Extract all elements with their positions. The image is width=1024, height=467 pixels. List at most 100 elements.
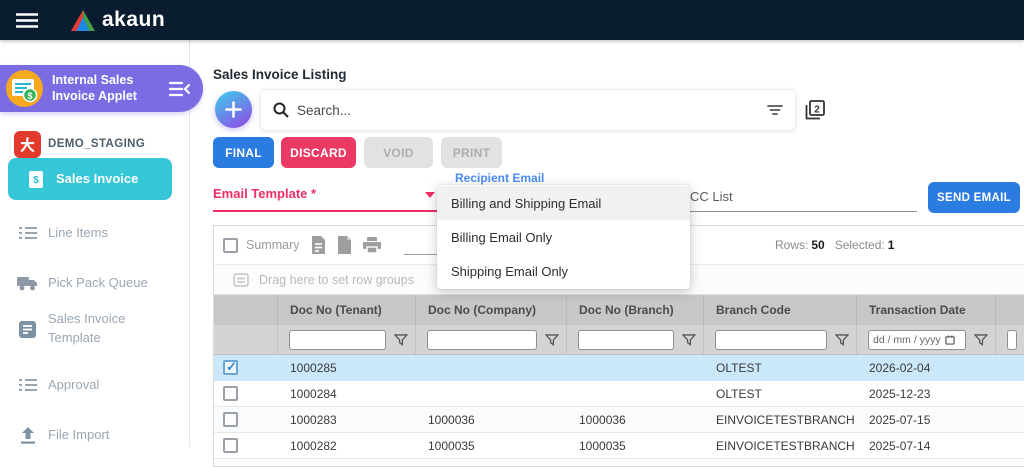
- table-row[interactable]: 1000285 OLTEST 2026-02-04: [214, 355, 1024, 381]
- sidebar-item-label: Sales Invoice Template: [48, 311, 126, 345]
- search-bar: [260, 89, 796, 131]
- sidebar-item-label: Approval: [48, 376, 100, 392]
- email-template-label: Email Template *: [213, 186, 317, 201]
- applet-title: Internal Sales Invoice Applet: [52, 72, 137, 103]
- brand-name: akaun: [102, 8, 166, 31]
- dropdown-option-shipping-only[interactable]: Shipping Email Only: [437, 254, 690, 288]
- truck-icon: [14, 276, 41, 291]
- invoice-applet-icon: $: [6, 70, 43, 107]
- rows-selected-info: Rows: 50 Selected: 1: [775, 238, 895, 252]
- sidebar-item-approval[interactable]: Approval: [0, 372, 190, 398]
- akaun-triangle-icon: [70, 9, 96, 32]
- filter-input-doc-no-company[interactable]: [427, 329, 537, 350]
- discard-button[interactable]: DISCARD: [281, 137, 356, 168]
- sidebar-item-sales-invoice-template[interactable]: Sales Invoice Template: [0, 308, 190, 350]
- template-document-icon: [14, 320, 41, 338]
- filter-input-doc-no-tenant[interactable]: [289, 329, 386, 350]
- line-items-icon: [14, 226, 41, 240]
- funnel-icon[interactable]: [682, 333, 696, 346]
- dropdown-option-billing-and-shipping[interactable]: Billing and Shipping Email: [437, 186, 690, 220]
- sidebar: $ Internal Sales Invoice Applet DEMO_STA…: [0, 40, 203, 448]
- dropdown-option-billing-only[interactable]: Billing Email Only: [437, 220, 690, 254]
- cell-doc-no-branch: 1000036: [579, 412, 626, 427]
- cell-doc-no-tenant: 1000282: [290, 438, 337, 453]
- page-title: Sales Invoice Listing: [213, 67, 347, 82]
- cell-doc-no-company: 1000035: [428, 438, 475, 453]
- svg-text:$: $: [27, 91, 32, 101]
- table-row[interactable]: 1000284 OLTEST 2025-12-23: [214, 381, 1024, 407]
- funnel-icon[interactable]: [974, 333, 988, 346]
- search-icon: [273, 102, 289, 118]
- row-checkbox[interactable]: [223, 386, 238, 401]
- svg-text:$: $: [33, 175, 39, 186]
- sidebar-item-label: Line Items: [48, 224, 108, 240]
- column-header-partial: [996, 295, 1024, 325]
- workspace-icon: [14, 130, 41, 158]
- approval-list-icon: [14, 378, 41, 392]
- filter-input-doc-no-branch[interactable]: [578, 329, 674, 350]
- search-input[interactable]: [297, 102, 767, 118]
- cell-doc-no-tenant: 1000284: [290, 386, 337, 401]
- cell-branch-code: OLTEST: [716, 386, 762, 401]
- row-checkbox[interactable]: [223, 360, 238, 375]
- blank-document-icon[interactable]: [337, 236, 352, 254]
- filter-date-input[interactable]: dd / mm / yyyy: [868, 329, 966, 350]
- sidebar-item-pick-pack-queue[interactable]: Pick Pack Queue: [0, 270, 190, 296]
- top-bar: akaun: [0, 0, 1024, 40]
- email-template-dropdown: Billing and Shipping Email Billing Email…: [437, 185, 690, 289]
- summary-label: Summary: [246, 238, 300, 252]
- cell-branch-code: EINVOICETESTBRANCH: [716, 438, 855, 453]
- selected-count: 1: [887, 238, 895, 252]
- funnel-icon[interactable]: [394, 333, 408, 346]
- chevron-down-icon: [425, 192, 435, 198]
- workspace-selector[interactable]: DEMO_STAGING: [0, 130, 190, 158]
- cell-transaction-date: 2026-02-04: [869, 360, 931, 375]
- sidebar-item-label: File Import: [48, 426, 110, 442]
- cell-transaction-date: 2025-12-23: [869, 386, 931, 401]
- hamburger-menu-icon[interactable]: [16, 12, 38, 28]
- filter-input-branch-code[interactable]: [715, 329, 827, 350]
- svg-text:2: 2: [814, 105, 820, 116]
- filter-input-partial[interactable]: [1007, 329, 1017, 350]
- export-document-icon[interactable]: [311, 236, 326, 254]
- calendar-icon: [945, 334, 955, 345]
- filter-2-icon[interactable]: 2: [803, 98, 827, 122]
- upload-icon: [14, 426, 41, 444]
- column-header-doc-no-company[interactable]: Doc No (Company): [416, 295, 567, 325]
- collapse-sidebar-icon[interactable]: [169, 81, 191, 97]
- row-checkbox[interactable]: [223, 438, 238, 453]
- cc-list-input[interactable]: [690, 182, 917, 212]
- send-email-button[interactable]: SEND EMAIL: [928, 182, 1020, 213]
- sidebar-item-line-items[interactable]: Line Items: [0, 220, 190, 246]
- row-checkbox[interactable]: [223, 412, 238, 427]
- sales-invoice-icon: $: [22, 170, 49, 189]
- column-header-transaction-date[interactable]: Transaction Date: [857, 295, 996, 325]
- table-row[interactable]: 1000282 1000035 1000035 EINVOICETESTBRAN…: [214, 433, 1024, 459]
- cell-transaction-date: 2025-07-14: [869, 438, 931, 453]
- summary-checkbox[interactable]: [223, 237, 238, 253]
- cell-doc-no-tenant: 1000285: [290, 360, 337, 375]
- row-group-hint: Drag here to set row groups: [259, 272, 414, 287]
- table-row[interactable]: 1000283 1000036 1000036 EINVOICETESTBRAN…: [214, 407, 1024, 433]
- sidebar-item-label: Sales Invoice: [56, 170, 139, 186]
- akaun-logo: akaun: [70, 8, 165, 32]
- cell-doc-no-branch: 1000035: [579, 438, 626, 453]
- filter-tune-icon[interactable]: [767, 104, 783, 116]
- column-header-doc-no-tenant[interactable]: Doc No (Tenant): [278, 295, 416, 325]
- funnel-icon[interactable]: [835, 333, 849, 346]
- applet-badge[interactable]: $ Internal Sales Invoice Applet: [0, 65, 203, 112]
- column-header-branch-code[interactable]: Branch Code: [704, 295, 857, 325]
- sidebar-item-sales-invoice[interactable]: $ Sales Invoice: [8, 158, 172, 200]
- printer-icon[interactable]: [363, 237, 382, 253]
- grid-filter-row: dd / mm / yyyy: [214, 325, 1024, 355]
- row-group-icon: [233, 272, 249, 287]
- cell-doc-no-tenant: 1000283: [290, 412, 337, 427]
- email-template-select[interactable]: Email Template *: [213, 182, 437, 212]
- final-button[interactable]: FINAL: [213, 137, 274, 168]
- funnel-icon[interactable]: [545, 333, 559, 346]
- rows-count: 50: [811, 238, 825, 252]
- sidebar-item-file-import[interactable]: File Import: [0, 422, 190, 448]
- add-button[interactable]: [215, 91, 252, 128]
- column-header-doc-no-branch[interactable]: Doc No (Branch): [567, 295, 704, 325]
- cell-branch-code: OLTEST: [716, 360, 762, 375]
